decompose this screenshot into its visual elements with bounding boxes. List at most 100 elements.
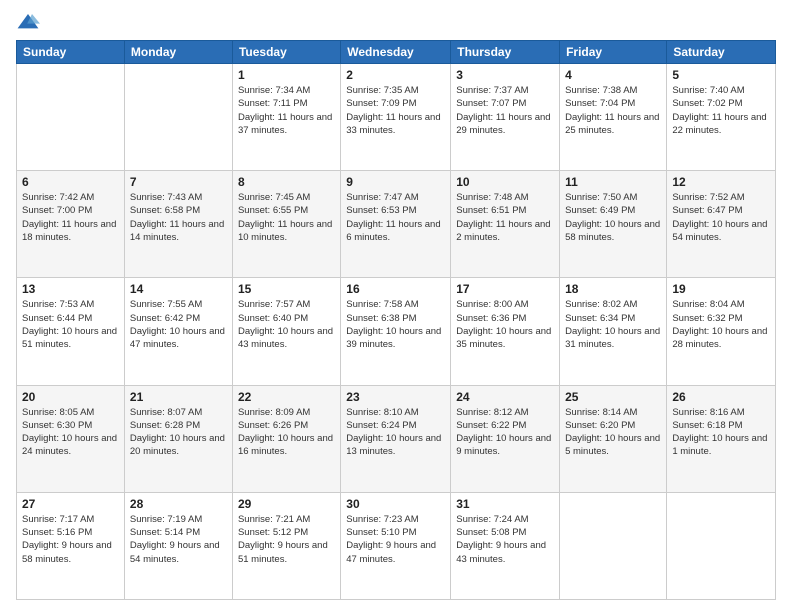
day-number: 9 (346, 175, 445, 189)
day-number: 22 (238, 390, 335, 404)
day-cell: 15 Sunrise: 7:57 AM Sunset: 6:40 PM Dayli… (232, 278, 340, 385)
day-cell: 18 Sunrise: 8:02 AM Sunset: 6:34 PM Dayli… (560, 278, 667, 385)
day-info: Sunrise: 7:34 AM Sunset: 7:11 PM Dayligh… (238, 84, 335, 137)
weekday-header-row: SundayMondayTuesdayWednesdayThursdayFrid… (17, 41, 776, 64)
day-cell (667, 492, 776, 599)
day-cell: 28 Sunrise: 7:19 AM Sunset: 5:14 PM Dayli… (124, 492, 232, 599)
weekday-header-monday: Monday (124, 41, 232, 64)
day-cell: 8Sunrise: 7:45 AM Sunset: 6:55 PM Daylig… (232, 171, 340, 278)
day-number: 13 (22, 282, 119, 296)
day-cell: 13 Sunrise: 7:53 AM Sunset: 6:44 PM Dayli… (17, 278, 125, 385)
day-number: 3 (456, 68, 554, 82)
day-number: 15 (238, 282, 335, 296)
day-info: Sunrise: 8:10 AM Sunset: 6:24 PM Dayligh… (346, 406, 445, 459)
day-number: 21 (130, 390, 227, 404)
day-info: Sunrise: 7:47 AM Sunset: 6:53 PM Dayligh… (346, 191, 445, 244)
day-number: 11 (565, 175, 661, 189)
day-cell: 10 Sunrise: 7:48 AM Sunset: 6:51 PM Dayli… (451, 171, 560, 278)
day-number: 17 (456, 282, 554, 296)
day-cell: 31Sunrise: 7:24 AM Sunset: 5:08 PM Dayli… (451, 492, 560, 599)
day-info: Sunrise: 7:43 AM Sunset: 6:58 PM Dayligh… (130, 191, 227, 244)
day-number: 5 (672, 68, 770, 82)
day-info: Sunrise: 8:05 AM Sunset: 6:30 PM Dayligh… (22, 406, 119, 459)
day-cell: 23 Sunrise: 8:10 AM Sunset: 6:24 PM Dayli… (341, 385, 451, 492)
day-cell: 3Sunrise: 7:37 AM Sunset: 7:07 PM Daylig… (451, 64, 560, 171)
weekday-header-thursday: Thursday (451, 41, 560, 64)
day-info: Sunrise: 7:38 AM Sunset: 7:04 PM Dayligh… (565, 84, 661, 137)
day-info: Sunrise: 7:42 AM Sunset: 7:00 PM Dayligh… (22, 191, 119, 244)
day-info: Sunrise: 7:40 AM Sunset: 7:02 PM Dayligh… (672, 84, 770, 137)
week-row-3: 13 Sunrise: 7:53 AM Sunset: 6:44 PM Dayli… (17, 278, 776, 385)
day-number: 6 (22, 175, 119, 189)
day-info: Sunrise: 7:58 AM Sunset: 6:38 PM Dayligh… (346, 298, 445, 351)
day-info: Sunrise: 8:00 AM Sunset: 6:36 PM Dayligh… (456, 298, 554, 351)
day-info: Sunrise: 7:35 AM Sunset: 7:09 PM Dayligh… (346, 84, 445, 137)
day-cell (17, 64, 125, 171)
day-info: Sunrise: 7:48 AM Sunset: 6:51 PM Dayligh… (456, 191, 554, 244)
day-number: 8 (238, 175, 335, 189)
day-number: 23 (346, 390, 445, 404)
day-info: Sunrise: 7:23 AM Sunset: 5:10 PM Dayligh… (346, 513, 445, 566)
day-cell: 14 Sunrise: 7:55 AM Sunset: 6:42 PM Dayli… (124, 278, 232, 385)
day-info: Sunrise: 8:14 AM Sunset: 6:20 PM Dayligh… (565, 406, 661, 459)
day-number: 12 (672, 175, 770, 189)
day-info: Sunrise: 7:53 AM Sunset: 6:44 PM Dayligh… (22, 298, 119, 351)
day-number: 4 (565, 68, 661, 82)
day-number: 1 (238, 68, 335, 82)
day-info: Sunrise: 8:02 AM Sunset: 6:34 PM Dayligh… (565, 298, 661, 351)
day-number: 25 (565, 390, 661, 404)
day-info: Sunrise: 8:16 AM Sunset: 6:18 PM Dayligh… (672, 406, 770, 459)
day-info: Sunrise: 8:04 AM Sunset: 6:32 PM Dayligh… (672, 298, 770, 351)
week-row-1: 1 Sunrise: 7:34 AM Sunset: 7:11 PM Daylig… (17, 64, 776, 171)
day-cell: 29Sunrise: 7:21 AM Sunset: 5:12 PM Dayli… (232, 492, 340, 599)
logo (16, 12, 44, 32)
day-cell: 7 Sunrise: 7:43 AM Sunset: 6:58 PM Daylig… (124, 171, 232, 278)
day-info: Sunrise: 8:12 AM Sunset: 6:22 PM Dayligh… (456, 406, 554, 459)
day-number: 26 (672, 390, 770, 404)
day-cell: 16 Sunrise: 7:58 AM Sunset: 6:38 PM Dayli… (341, 278, 451, 385)
day-cell: 19Sunrise: 8:04 AM Sunset: 6:32 PM Dayli… (667, 278, 776, 385)
day-info: Sunrise: 7:24 AM Sunset: 5:08 PM Dayligh… (456, 513, 554, 566)
calendar-page: SundayMondayTuesdayWednesdayThursdayFrid… (0, 0, 792, 612)
day-cell: 9 Sunrise: 7:47 AM Sunset: 6:53 PM Daylig… (341, 171, 451, 278)
day-cell: 27 Sunrise: 7:17 AM Sunset: 5:16 PM Dayli… (17, 492, 125, 599)
day-info: Sunrise: 7:55 AM Sunset: 6:42 PM Dayligh… (130, 298, 227, 351)
day-info: Sunrise: 7:21 AM Sunset: 5:12 PM Dayligh… (238, 513, 335, 566)
day-number: 10 (456, 175, 554, 189)
day-info: Sunrise: 7:57 AM Sunset: 6:40 PM Dayligh… (238, 298, 335, 351)
day-number: 16 (346, 282, 445, 296)
day-number: 14 (130, 282, 227, 296)
day-cell: 25 Sunrise: 8:14 AM Sunset: 6:20 PM Dayli… (560, 385, 667, 492)
calendar-table: SundayMondayTuesdayWednesdayThursdayFrid… (16, 40, 776, 600)
day-number: 30 (346, 497, 445, 511)
day-number: 24 (456, 390, 554, 404)
day-number: 18 (565, 282, 661, 296)
day-cell: 30 Sunrise: 7:23 AM Sunset: 5:10 PM Dayli… (341, 492, 451, 599)
day-info: Sunrise: 8:09 AM Sunset: 6:26 PM Dayligh… (238, 406, 335, 459)
week-row-5: 27 Sunrise: 7:17 AM Sunset: 5:16 PM Dayli… (17, 492, 776, 599)
day-number: 28 (130, 497, 227, 511)
day-number: 2 (346, 68, 445, 82)
day-cell: 26 Sunrise: 8:16 AM Sunset: 6:18 PM Dayli… (667, 385, 776, 492)
day-info: Sunrise: 7:19 AM Sunset: 5:14 PM Dayligh… (130, 513, 227, 566)
day-info: Sunrise: 8:07 AM Sunset: 6:28 PM Dayligh… (130, 406, 227, 459)
day-cell: 4 Sunrise: 7:38 AM Sunset: 7:04 PM Daylig… (560, 64, 667, 171)
header (16, 12, 776, 32)
weekday-header-friday: Friday (560, 41, 667, 64)
weekday-header-wednesday: Wednesday (341, 41, 451, 64)
day-info: Sunrise: 7:52 AM Sunset: 6:47 PM Dayligh… (672, 191, 770, 244)
day-number: 27 (22, 497, 119, 511)
day-cell: 21 Sunrise: 8:07 AM Sunset: 6:28 PM Dayli… (124, 385, 232, 492)
day-number: 20 (22, 390, 119, 404)
day-number: 7 (130, 175, 227, 189)
week-row-2: 6 Sunrise: 7:42 AM Sunset: 7:00 PM Daylig… (17, 171, 776, 278)
day-info: Sunrise: 7:17 AM Sunset: 5:16 PM Dayligh… (22, 513, 119, 566)
day-cell: 2 Sunrise: 7:35 AM Sunset: 7:09 PM Daylig… (341, 64, 451, 171)
day-cell: 20 Sunrise: 8:05 AM Sunset: 6:30 PM Dayli… (17, 385, 125, 492)
day-cell: 12 Sunrise: 7:52 AM Sunset: 6:47 PM Dayli… (667, 171, 776, 278)
day-cell: 22 Sunrise: 8:09 AM Sunset: 6:26 PM Dayli… (232, 385, 340, 492)
day-cell: 5 Sunrise: 7:40 AM Sunset: 7:02 PM Daylig… (667, 64, 776, 171)
day-cell (560, 492, 667, 599)
day-cell: 24 Sunrise: 8:12 AM Sunset: 6:22 PM Dayli… (451, 385, 560, 492)
day-cell: 17 Sunrise: 8:00 AM Sunset: 6:36 PM Dayli… (451, 278, 560, 385)
